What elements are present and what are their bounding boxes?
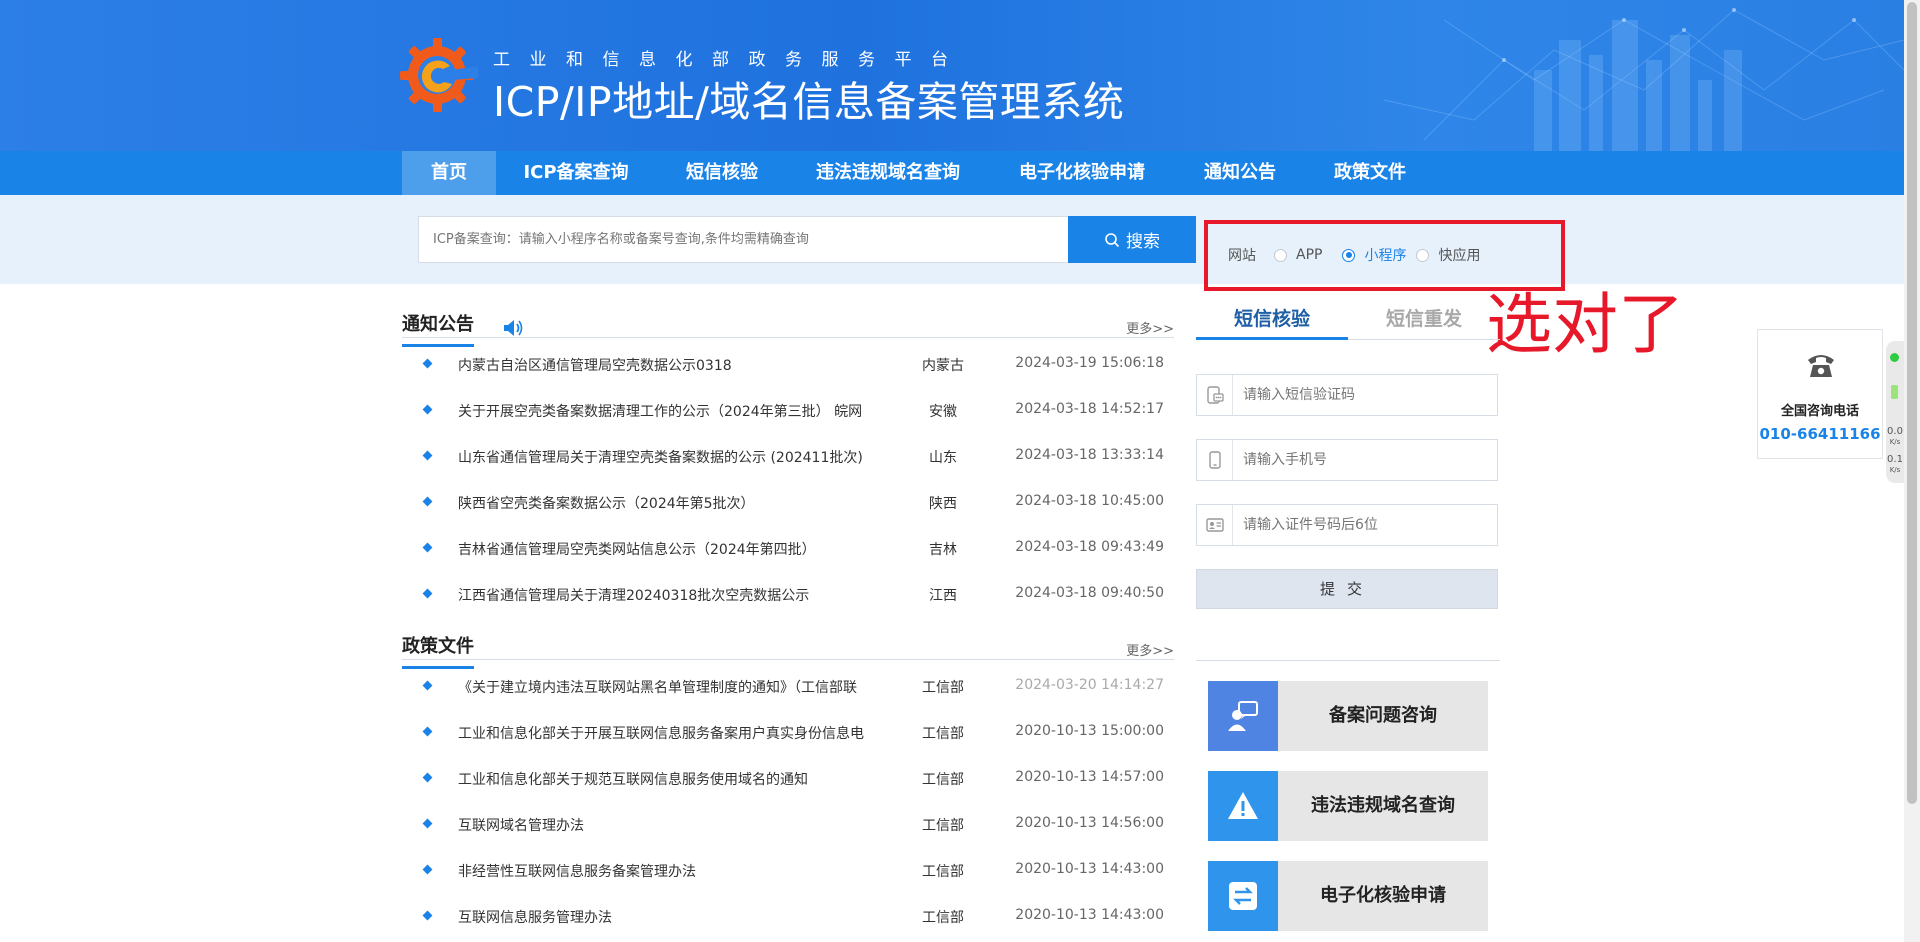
sms-tabs: 短信核验 短信重发 xyxy=(1196,302,1500,340)
bullet-icon xyxy=(422,496,433,507)
illegal-domain-button[interactable]: 违法违规域名查询 xyxy=(1208,771,1488,841)
panel-divider xyxy=(1196,660,1500,661)
bullet-icon xyxy=(422,818,433,829)
net-up-unit: K/s xyxy=(1889,438,1901,446)
sms-code-icon xyxy=(1197,375,1233,415)
system-title: ICP/IP地址/域名信息备案管理系统 xyxy=(493,78,1125,126)
notices-more-link[interactable]: 更多>> xyxy=(1126,318,1174,337)
platform-subtitle: 工业和信息化部政务服务平台 xyxy=(493,50,968,70)
list-item[interactable]: 陕西省空壳类备案数据公示（2024年第5批次） 陕西 2024-03-18 10:4… xyxy=(402,480,1174,526)
header-banner: 工业和信息化部政务服务平台 ICP/IP地址/域名信息备案管理系统 xyxy=(0,0,1904,151)
policies-more-link[interactable]: 更多>> xyxy=(1126,640,1174,659)
bullet-icon xyxy=(422,450,433,461)
nav-sms-verify[interactable]: 短信核验 xyxy=(676,151,768,195)
phone-icon xyxy=(1197,440,1233,480)
bullet-icon xyxy=(422,588,433,599)
nav-policies[interactable]: 政策文件 xyxy=(1324,151,1416,195)
telephone-icon xyxy=(1808,355,1834,377)
status-dot-icon xyxy=(1890,353,1899,362)
net-down-value: 0.1 xyxy=(1887,454,1903,465)
exchange-icon xyxy=(1208,861,1278,931)
list-item[interactable]: 江西省通信管理局关于清理20240318批次空壳数据公示 江西 2024-03-18… xyxy=(402,572,1174,618)
phone-field xyxy=(1196,439,1498,481)
list-item[interactable]: 《关于建立境内违法互联网站黑名单管理制度的通知》（工信部联 工信部 2024-03-… xyxy=(402,664,1174,710)
hotline-number: 010-66411166 xyxy=(1759,425,1881,443)
id-card-icon xyxy=(1197,505,1233,545)
hotline-label: 全国咨询电话 xyxy=(1780,404,1859,419)
list-item[interactable]: 非经营性互联网信息服务备案管理办法 工信部 2020-10-13 14:43:00 xyxy=(402,848,1174,894)
nav-home[interactable]: 首页 xyxy=(402,151,496,195)
net-up-value: 0.0 xyxy=(1887,426,1903,437)
search-button-label: 搜索 xyxy=(1126,232,1160,252)
bullet-icon xyxy=(422,772,433,783)
bullet-icon xyxy=(422,726,433,737)
bullet-icon xyxy=(422,680,433,691)
list-item[interactable]: 山东省通信管理局关于清理空壳类备案数据的公示 (202411批次) 山东 2024-… xyxy=(402,434,1174,480)
nav-illegal-domain[interactable]: 违法违规域名查询 xyxy=(806,151,970,195)
list-item[interactable]: 关于开展空壳类备案数据清理工作的公示（2024年第三批） 皖网 安徽 2024-03… xyxy=(402,388,1174,434)
tab-sms-resend[interactable]: 短信重发 xyxy=(1348,302,1500,340)
policies-header: 政策文件 更多>> xyxy=(402,624,1174,669)
list-item[interactable]: 工业和信息化部关于开展互联网信息服务备案用户真实身份信息电 工信部 2020-10-… xyxy=(402,710,1174,756)
page-scrollbar[interactable] xyxy=(1904,0,1920,942)
consult-button[interactable]: 备案问题咨询 xyxy=(1208,681,1488,751)
tab-sms-verify[interactable]: 短信核验 xyxy=(1196,302,1348,340)
battery-icon xyxy=(1891,385,1898,399)
submit-button[interactable]: 提交 xyxy=(1196,569,1498,609)
sms-code-input[interactable] xyxy=(1233,375,1493,415)
warning-icon xyxy=(1208,771,1278,841)
list-item[interactable]: 内蒙古自治区通信管理局空壳数据公示0318 内蒙古 2024-03-19 15:06… xyxy=(402,342,1174,388)
city-skyline-decoration xyxy=(1384,8,1904,151)
annotation-highlight-box xyxy=(1204,220,1565,291)
page: 工业和信息化部政务服务平台 ICP/IP地址/域名信息备案管理系统 首页 ICP… xyxy=(0,0,1920,942)
bullet-icon xyxy=(422,864,433,875)
search-input[interactable] xyxy=(419,217,1068,262)
nav-icp-query[interactable]: ICP备案查询 xyxy=(510,151,642,195)
e-verify-button[interactable]: 电子化核验申请 xyxy=(1208,861,1488,931)
scrollbar-thumb[interactable] xyxy=(1907,2,1917,804)
nav-notices[interactable]: 通知公告 xyxy=(1194,151,1286,195)
search-button[interactable]: 搜索 xyxy=(1068,216,1196,263)
bullet-icon xyxy=(422,358,433,369)
sms-code-field xyxy=(1196,374,1498,416)
id-field xyxy=(1196,504,1498,546)
id-input[interactable] xyxy=(1233,505,1493,545)
phone-input[interactable] xyxy=(1233,440,1493,480)
miit-logo-icon xyxy=(400,38,478,112)
annotation-text: 选对了 xyxy=(1486,286,1684,363)
nav-e-verify[interactable]: 电子化核验申请 xyxy=(1008,151,1156,195)
consult-icon xyxy=(1208,681,1278,751)
list-item[interactable]: 吉林省通信管理局空壳类网站信息公示（2024年第四批） 吉林 2024-03-18 … xyxy=(402,526,1174,572)
bullet-icon xyxy=(422,404,433,415)
bullet-icon xyxy=(422,910,433,921)
list-item[interactable]: 工业和信息化部关于规范互联网信息服务使用域名的通知 工信部 2020-10-13 1… xyxy=(402,756,1174,802)
hotline-widget[interactable]: 全国咨询电话 010-66411166 xyxy=(1757,329,1883,459)
notices-header: 通知公告 更多>> xyxy=(402,302,1174,347)
main-nav: 首页 ICP备案查询 短信核验 违法违规域名查询 电子化核验申请 通知公告 政策… xyxy=(0,151,1904,195)
net-down-unit: K/s xyxy=(1889,466,1901,474)
speaker-icon xyxy=(504,320,523,336)
list-item[interactable]: 互联网域名管理办法 工信部 2020-10-13 14:56:00 xyxy=(402,802,1174,848)
search-icon xyxy=(1105,232,1120,247)
net-speed-widget[interactable]: 0.0 K/s 0.1 K/s xyxy=(1886,341,1904,483)
search-box xyxy=(418,216,1068,263)
list-item[interactable]: 互联网信息服务管理办法 工信部 2020-10-13 14:43:00 xyxy=(402,894,1174,940)
bullet-icon xyxy=(422,542,433,553)
